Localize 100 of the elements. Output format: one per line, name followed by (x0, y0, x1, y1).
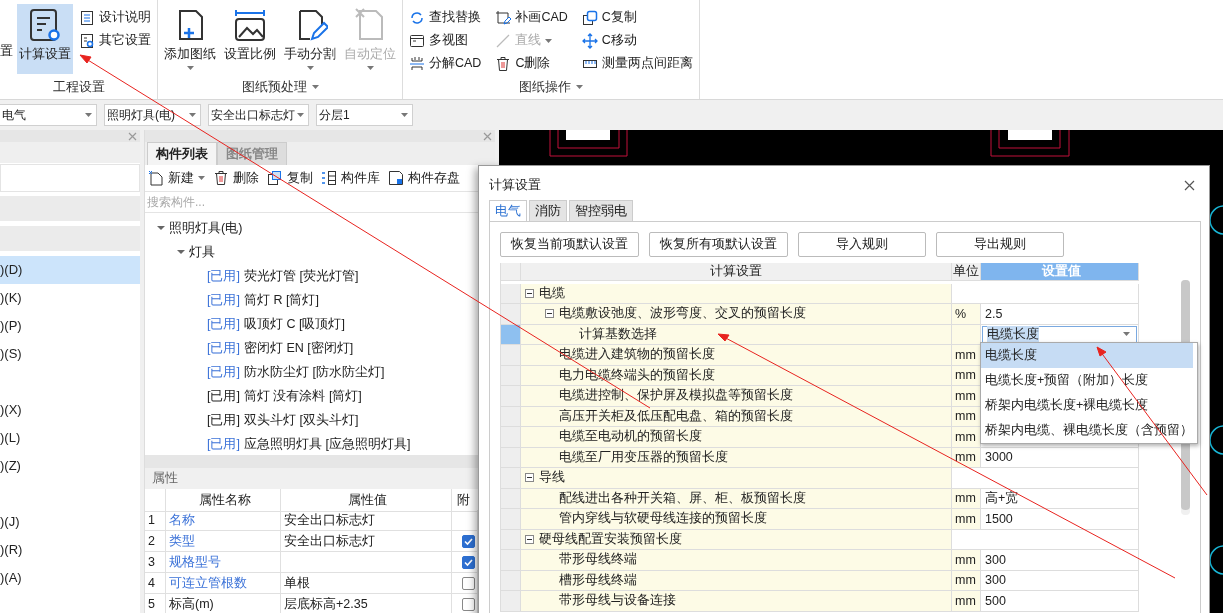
ribbon-button[interactable]: 设置比例 (222, 4, 278, 74)
table-cell[interactable]: 500 (981, 591, 1139, 612)
cad-arc (1209, 425, 1223, 455)
table-cell[interactable]: 单根 (281, 573, 452, 594)
row-header[interactable] (501, 304, 521, 325)
used-tag: [已用] (207, 267, 240, 285)
tree-item[interactable]: 双头斗灯 [双头斗灯] (243, 411, 359, 429)
checkbox[interactable] (462, 597, 475, 611)
dropdown-option[interactable]: 电缆长度 (981, 343, 1193, 368)
table-cell[interactable]: 2.5 (981, 304, 1139, 325)
toolbar-button[interactable]: 构件库 (321, 169, 380, 187)
ribbon-small-button[interactable]: 分解CAD (407, 52, 484, 75)
filter-dropdown[interactable]: 照明灯具(电) (104, 104, 201, 126)
row-header[interactable] (501, 345, 521, 366)
ribbon-button[interactable]: 添加图纸 (162, 4, 218, 74)
row-header[interactable] (501, 447, 521, 468)
list-item[interactable]: )(A) (0, 564, 140, 592)
setting-label: 电力电缆终端头的预留长度 (559, 366, 715, 384)
row-header[interactable] (501, 550, 521, 571)
row-header[interactable] (501, 427, 521, 448)
filter-dropdown[interactable]: 安全出口标志灯 (208, 104, 309, 126)
row-header[interactable] (501, 365, 521, 386)
row-header[interactable] (501, 591, 521, 612)
ribbon-small-button[interactable]: C移动 (579, 29, 695, 52)
tree-item[interactable]: 应急照明灯具 [应急照明灯具] (243, 435, 411, 453)
filter-dropdown[interactable]: 电气 (0, 104, 97, 126)
filter-dropdown[interactable]: 分层1 (316, 104, 413, 126)
tree-item[interactable]: 荧光灯管 [荧光灯管] (243, 267, 359, 285)
expanded-caret-icon[interactable] (157, 224, 165, 232)
table-cell[interactable]: 层底标高+2.35 (281, 594, 452, 613)
dialog-button[interactable]: 恢复当前项默认设置 (500, 232, 639, 257)
table-cell[interactable]: 3000 (981, 447, 1139, 468)
collapse-icon[interactable] (525, 288, 534, 298)
tree-item[interactable]: 筒灯 没有涂料 [筒灯] (243, 387, 362, 405)
list-item[interactable]: )(S) (0, 340, 140, 368)
toolbar-button[interactable]: 构件存盘 (388, 169, 460, 187)
ribbon-button[interactable]: 手动分割 (282, 4, 338, 74)
row-header[interactable] (501, 406, 521, 427)
tree-item[interactable]: 密闭灯 EN [密闭灯] (243, 339, 354, 357)
list-item[interactable]: )(D) (0, 256, 140, 284)
dialog-button[interactable]: 导入规则 (798, 232, 926, 257)
dropdown-option[interactable]: 桥架内电缆长度+裸电缆长度 (981, 393, 1193, 418)
table-cell: mm (952, 345, 981, 366)
panel-tab[interactable]: 构件列表 (147, 142, 217, 165)
collapse-icon[interactable] (525, 534, 534, 544)
list-item[interactable]: )(K) (0, 284, 140, 312)
dialog-button[interactable]: 恢复所有项默认设置 (649, 232, 788, 257)
list-item[interactable]: )(J) (0, 508, 140, 536)
tree-node-label[interactable]: 照明灯具(电) (169, 219, 243, 237)
row-header[interactable] (501, 570, 521, 591)
collapse-icon[interactable] (525, 473, 534, 483)
tree-item[interactable]: 防水防尘灯 [防水防尘灯] (243, 363, 385, 381)
row-header[interactable] (501, 386, 521, 407)
dropdown-option[interactable]: 电缆长度+预留（附加）长度 (981, 368, 1193, 393)
tree-node-label[interactable]: 灯具 (189, 243, 215, 261)
expanded-caret-icon[interactable] (177, 248, 185, 256)
cad-arc (1209, 205, 1223, 235)
ribbon-small-button[interactable]: 补画CAD (493, 6, 570, 29)
setting-label: 电缆至电动机的预留长度 (559, 428, 702, 446)
tree-item[interactable]: 筒灯 R [筒灯] (243, 291, 319, 309)
list-item[interactable]: )(Z) (0, 452, 140, 480)
dialog-tab[interactable]: 电气 (489, 200, 527, 221)
table-header-cell: 设置值 (981, 263, 1139, 281)
input-field[interactable] (0, 164, 140, 192)
tree-item[interactable]: 吸顶灯 C [吸顶灯] (243, 315, 345, 333)
table-cell[interactable] (281, 552, 452, 573)
ribbon-small-button[interactable]: 其它设置 (77, 29, 153, 52)
image-ruler-icon (232, 7, 268, 43)
list-item[interactable]: )(L) (0, 424, 140, 452)
table-cell[interactable]: 安全出口标志灯 (281, 531, 452, 552)
table-cell[interactable]: 300 (981, 570, 1139, 591)
close-icon[interactable] (1184, 179, 1195, 191)
checkbox[interactable] (462, 555, 475, 569)
ribbon-button[interactable]: 计算设置 (17, 4, 73, 74)
ribbon-small-button[interactable]: C删除 (493, 52, 570, 75)
row-header[interactable] (501, 488, 521, 509)
dialog-tab[interactable]: 智控弱电 (569, 200, 633, 221)
caret-icon (297, 113, 304, 117)
list-item[interactable]: )(X) (0, 396, 140, 424)
dropdown-field[interactable]: 电缆长度 (982, 325, 1137, 343)
ribbon-small-button[interactable]: 查找替换 (407, 6, 484, 29)
collapse-icon[interactable] (545, 309, 554, 319)
row-number: 1 (145, 510, 166, 531)
table-cell: 可连立管根数 (166, 573, 281, 594)
dialog-button[interactable]: 导出规则 (936, 232, 1064, 257)
table-cell[interactable]: 安全出口标志灯 (281, 510, 452, 531)
checkbox[interactable] (462, 576, 475, 590)
list-item[interactable]: )(R) (0, 536, 140, 564)
ribbon-small-button[interactable]: C复制 (579, 6, 695, 29)
setting-label: 电缆进控制、保护屏及模拟盘等预留长度 (559, 387, 793, 405)
checkbox[interactable] (462, 534, 475, 548)
caret-icon (189, 113, 196, 117)
toolbar-button[interactable]: 新建 (148, 169, 205, 187)
dialog-tab[interactable]: 消防 (529, 200, 567, 221)
ribbon-small-button[interactable]: 设计说明 (77, 6, 153, 29)
list-item[interactable]: )(P) (0, 312, 140, 340)
toolbar-button[interactable]: 删除 (213, 169, 259, 187)
ribbon-small-button[interactable]: 测量两点间距离 (579, 52, 695, 75)
ribbon-small-button[interactable]: 多视图 (407, 29, 484, 52)
ribbon-button-label[interactable]: 置 (0, 42, 13, 60)
